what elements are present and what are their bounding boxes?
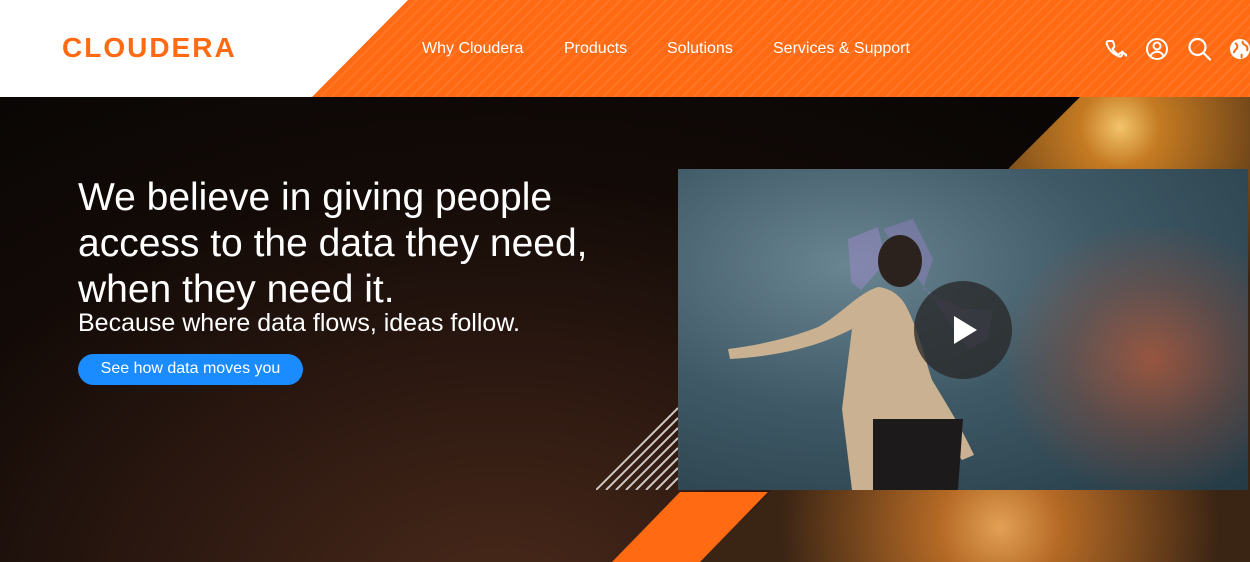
diagonal-lines-graphic: [596, 407, 678, 490]
hero-section: We believe in giving people access to th…: [0, 97, 1250, 562]
hero-headline: We believe in giving people access to th…: [78, 176, 588, 311]
hero-subheadline: Because where data flows, ideas follow.: [78, 309, 520, 337]
site-header: CLOUDERA Why Cloudera Products Solutions…: [0, 0, 1250, 97]
phone-icon[interactable]: [1103, 36, 1129, 62]
globe-icon[interactable]: [1228, 36, 1250, 62]
play-button[interactable]: [914, 281, 1012, 379]
nav-item-why-cloudera[interactable]: Why Cloudera: [422, 40, 523, 58]
nav-item-products[interactable]: Products: [564, 40, 627, 58]
nav-item-solutions[interactable]: Solutions: [667, 40, 733, 58]
nav-item-services-support[interactable]: Services & Support: [773, 40, 910, 58]
search-icon[interactable]: [1187, 36, 1213, 62]
see-how-data-moves-you-button[interactable]: See how data moves you: [78, 354, 303, 385]
cloudera-logo[interactable]: CLOUDERA: [62, 31, 237, 65]
hero-video[interactable]: [678, 169, 1248, 490]
user-account-icon[interactable]: [1145, 36, 1171, 62]
play-icon: [954, 316, 977, 344]
